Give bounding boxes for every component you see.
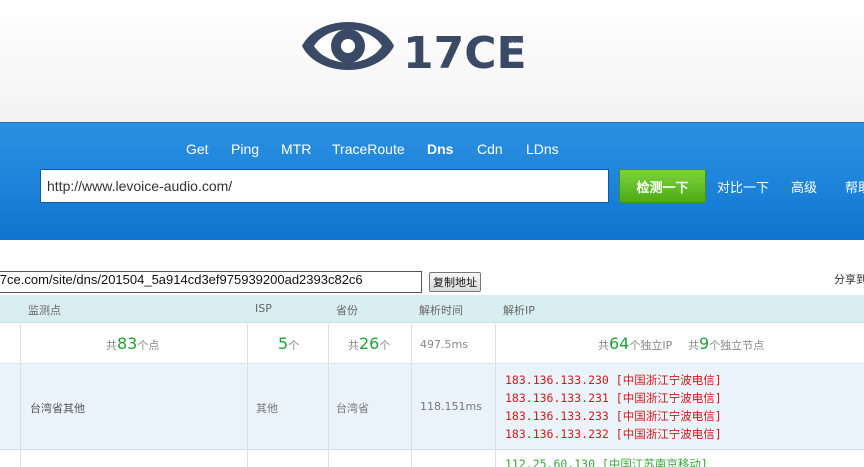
site-header: 17CE beta: [0, 0, 864, 122]
summary-isp: 5个: [278, 334, 300, 353]
table-header: 监测点 ISP 省份 解析时间 解析IP: [0, 295, 864, 323]
summary-nodes: 共9个独立节点: [688, 334, 765, 353]
table-row: 112.25.60.130 [中国江苏南京移动]: [0, 450, 864, 467]
url-input[interactable]: [40, 169, 609, 203]
table-row: 台湾省其他 其他 台湾省 118.151ms 183.136.133.230 […: [0, 364, 864, 450]
row-isp: 其他: [256, 402, 278, 415]
logo-beta-badge: beta: [508, 36, 524, 45]
nav-traceroute[interactable]: TraceRoute: [332, 141, 405, 157]
summary-avg-time: 497.5ms: [420, 338, 468, 351]
column-divider: [20, 324, 21, 467]
help-link[interactable]: 帮助: [845, 177, 864, 196]
copy-address-button[interactable]: 复制地址: [429, 272, 481, 292]
nav-cdn[interactable]: Cdn: [477, 141, 503, 157]
column-divider: [247, 324, 248, 467]
row-ip: 183.136.133.230 [中国浙江宁波电信]: [505, 373, 722, 387]
share-row: http://www.17ce.com/site/dns/201504_5a91…: [0, 268, 864, 294]
row-ip: 183.136.133.231 [中国浙江宁波电信]: [505, 391, 722, 405]
column-divider: [495, 324, 496, 467]
nav-dns[interactable]: Dns: [427, 141, 453, 157]
advanced-link[interactable]: 高级: [791, 177, 817, 196]
nav-ldns[interactable]: LDns: [526, 141, 559, 157]
header-resolve-time: 解析时间: [419, 304, 463, 317]
nav-mtr[interactable]: MTR: [281, 141, 311, 157]
summary-points: 共83个点: [106, 334, 160, 353]
header-resolve-ip: 解析IP: [503, 304, 535, 317]
site-logo[interactable]: 17CE beta: [300, 6, 540, 86]
summary-row: 共83个点 5个 共26个 497.5ms 共64个独立IP 共9个独立节点: [0, 324, 864, 364]
column-divider: [328, 324, 329, 467]
check-button[interactable]: 检测一下: [619, 169, 706, 203]
header-location: 监测点: [28, 304, 61, 317]
header-isp: ISP: [255, 302, 272, 315]
eye-logo-icon: [302, 22, 394, 70]
nav-ping[interactable]: Ping: [231, 141, 259, 157]
column-divider: [411, 324, 412, 467]
nav-get[interactable]: Get: [186, 141, 209, 157]
search-band: Get Ping MTR TraceRoute Dns Cdn LDns 检测一…: [0, 122, 864, 240]
summary-ips: 共64个独立IP: [598, 334, 673, 353]
row-ip: 183.136.133.232 [中国浙江宁波电信]: [505, 427, 722, 441]
row-location: 台湾省其他: [30, 402, 85, 415]
share-url-input[interactable]: http://www.17ce.com/site/dns/201504_5a91…: [0, 271, 422, 293]
row-ip: 183.136.133.233 [中国浙江宁波电信]: [505, 409, 722, 423]
summary-province: 共26个: [348, 334, 391, 353]
row-province: 台湾省: [336, 402, 369, 415]
compare-link[interactable]: 对比一下: [717, 177, 769, 196]
header-province: 省份: [336, 304, 358, 317]
row-ip: 112.25.60.130 [中国江苏南京移动]: [505, 457, 708, 467]
row-time: 118.151ms: [420, 400, 482, 413]
share-to-label[interactable]: 分享到: [834, 271, 864, 287]
share-url-text: http://www.17ce.com/site/dns/201504_5a91…: [0, 272, 363, 287]
